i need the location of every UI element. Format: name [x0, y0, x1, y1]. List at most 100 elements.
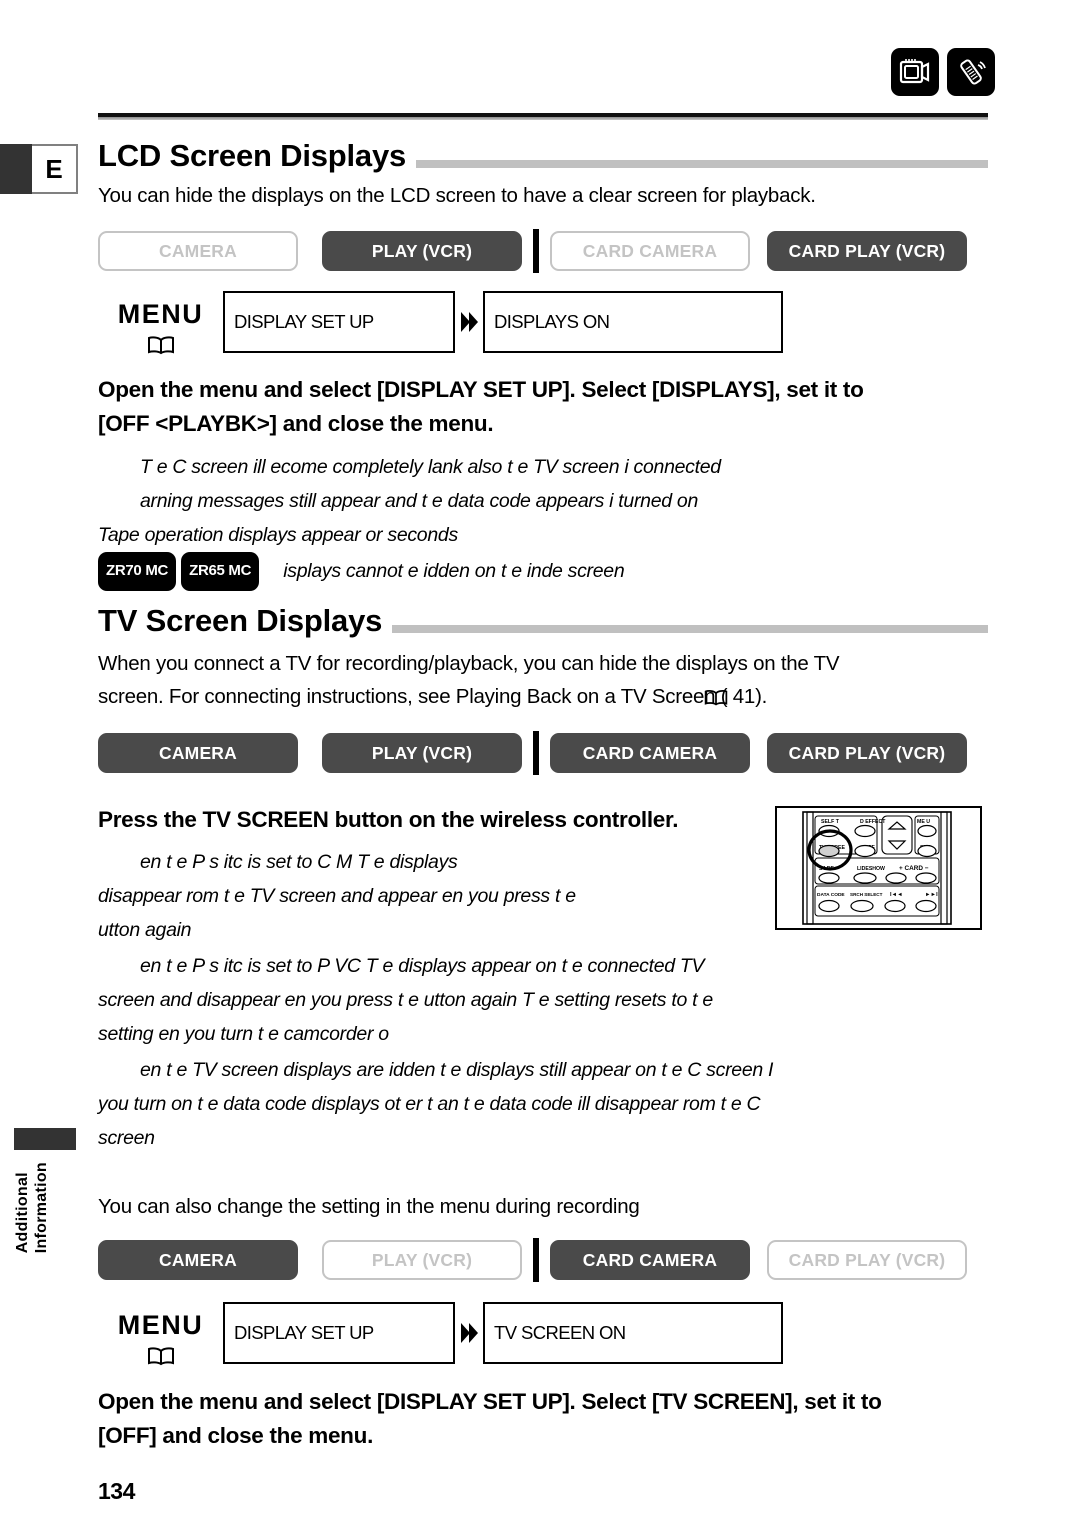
pill-separator-menu — [533, 1238, 539, 1282]
remote-label-slideshow: LIDESHOW — [857, 866, 885, 872]
menu-arrow-icon — [455, 291, 483, 353]
menu-label-group-2: MENU — [98, 1302, 223, 1372]
menu-box-display-set-up[interactable]: DISPLAY SET UP — [223, 291, 455, 353]
tv-note-2a: en t e P s itc is set to P VC T e displa… — [140, 955, 705, 977]
tv-monitor-icon — [891, 48, 939, 96]
tv-note-2b: screen and disappear en you press t e ut… — [98, 989, 713, 1011]
tv-instruction-2: Open the menu and select [DISPLAY SET UP… — [98, 1385, 882, 1453]
heading-rule — [416, 160, 988, 168]
lcd-note-2: arning messages still appear and t e dat… — [140, 490, 698, 512]
manual-page: E Additional Information LCD Screen Disp… — [0, 0, 1080, 1534]
tv-intro-line2-text: screen. For connecting instructions, see… — [98, 685, 768, 708]
mode-pill-card-play-vcr-menu[interactable]: CARD PLAY (VCR) — [767, 1240, 967, 1280]
sidebar-label-line2: Information — [33, 1162, 50, 1254]
menu-box-displays-on[interactable]: DISPLAYS ON — [483, 291, 783, 353]
tv-note-1c: utton again — [98, 919, 192, 941]
mode-pill-card-play-vcr[interactable]: CARD PLAY (VCR) — [767, 231, 967, 271]
tv-note-3b: you turn on t e data code displays ot er… — [98, 1093, 761, 1115]
lcd-instruction-line1: Open the menu and select [DISPLAY SET UP… — [98, 377, 864, 402]
remote-button-menu — [917, 824, 937, 838]
lcd-intro-text: You can hide the displays on the LCD scr… — [98, 184, 816, 207]
mode-pill-play-vcr-menu[interactable]: PLAY (VCR) — [322, 1240, 522, 1280]
remote-button-ff — [915, 899, 937, 913]
tv-note-1a: en t e P s itc is set to C M T e display… — [140, 851, 458, 873]
tv-intro-line2: screen. For connecting instructions, see… — [98, 680, 988, 713]
sidebar-block — [14, 1128, 76, 1150]
lcd-model-note-text: isplays cannot e idden on t e inde scree… — [278, 560, 625, 582]
open-book-icon — [98, 334, 223, 361]
mode-pill-row-lcd: CAMERA PLAY (VCR) CARD CAMERA CARD PLAY … — [98, 229, 967, 273]
menu-box-display-set-up-2[interactable]: DISPLAY SET UP — [223, 1302, 455, 1364]
tv-note-3c: screen — [98, 1127, 155, 1149]
menu-diagram-tv-screen: MENU DISPLAY SET UP TV SCREEN ON — [98, 1302, 783, 1372]
mode-pill-row-menu: CAMERA PLAY (VCR) CARD CAMERA CARD PLAY … — [98, 1238, 967, 1282]
section-heading-lcd: LCD Screen Displays — [98, 140, 988, 171]
lcd-note-1: T e C screen ill ecome completely lank a… — [140, 456, 721, 478]
model-badge-zr65mc: ZR65 MC — [181, 552, 260, 591]
mode-pill-play-vcr-tv[interactable]: PLAY (VCR) — [322, 733, 522, 773]
tab-letter: E — [32, 144, 78, 194]
menu-diagram-displays: MENU DISPLAY SET UP DISPLAYS ON — [98, 291, 783, 361]
open-book-icon-2 — [98, 1345, 223, 1372]
sidebar-label-line1: Additional — [14, 1172, 31, 1254]
tv-instruction: Press the TV SCREEN button on the wirele… — [98, 807, 679, 832]
remote-label-ff: ►►I — [925, 892, 938, 898]
pill-separator — [533, 229, 539, 273]
mode-pill-card-camera-tv[interactable]: CARD CAMERA — [550, 733, 750, 773]
tab-block — [0, 144, 32, 194]
heading-rule-tv — [392, 625, 988, 633]
lcd-instruction: Open the menu and select [DISPLAY SET UP… — [98, 373, 864, 441]
mode-pill-camera[interactable]: CAMERA — [98, 231, 298, 271]
remote-label-card: + CARD − — [899, 865, 929, 872]
tv-instruction-2-line1: Open the menu and select [DISPLAY SET UP… — [98, 1389, 882, 1414]
heading-text-tv: TV Screen Displays — [98, 603, 383, 638]
wireless-remote-icon — [947, 48, 995, 96]
mode-pill-card-camera[interactable]: CARD CAMERA — [550, 231, 750, 271]
remote-button-card-minus — [915, 872, 937, 884]
tv-note-2c: setting en you turn t e camcorder o — [98, 1023, 389, 1045]
lcd-model-note: ZR70 MC ZR65 MC isplays cannot e idden on… — [98, 552, 625, 591]
header-rule — [98, 113, 988, 120]
remote-button-tv-screen — [818, 844, 840, 858]
tv-instruction-2-line2: [OFF] and close the menu. — [98, 1423, 374, 1448]
mode-pill-camera-tv[interactable]: CAMERA — [98, 733, 298, 773]
page-number: 134 — [98, 1478, 135, 1504]
sidebar-chapter-label: Additional Information — [14, 1128, 76, 1253]
open-book-icon-ref — [703, 684, 729, 717]
remote-button-srch-select — [850, 899, 874, 913]
remote-label-srch-select: SRCH SELECT — [850, 892, 883, 897]
remote-button-data-code — [818, 899, 840, 913]
mode-pill-row-tv: CAMERA PLAY (VCR) CARD CAMERA CARD PLAY … — [98, 731, 967, 775]
mode-pill-card-camera-menu[interactable]: CARD CAMERA — [550, 1240, 750, 1280]
remote-button-card-plus — [885, 872, 907, 884]
menu-box-tv-screen-on[interactable]: TV SCREEN ON — [483, 1302, 783, 1364]
mode-pill-camera-menu[interactable]: CAMERA — [98, 1240, 298, 1280]
remote-button-on-off — [854, 844, 876, 858]
mode-pill-play-vcr[interactable]: PLAY (VCR) — [322, 231, 522, 271]
remote-button-d-effect — [854, 824, 876, 838]
heading-text: LCD Screen Displays — [98, 138, 407, 173]
tv-closing-note: You can also change the setting in the m… — [98, 1195, 640, 1218]
section-heading-tv: TV Screen Displays — [98, 605, 988, 636]
remote-label-self-timer: SELF T — [821, 819, 840, 825]
lcd-instruction-line2: [OFF <PLAYBK>] and close the menu. — [98, 411, 494, 436]
lcd-note-3: Tape operation displays appear or second… — [98, 524, 458, 546]
remote-button-rew — [884, 899, 906, 913]
remote-label-rew: I◄◄ — [890, 892, 903, 898]
section-tab: E — [0, 144, 78, 194]
model-badge-zr70mc: ZR70 MC — [98, 552, 177, 591]
top-icon-group — [891, 48, 995, 96]
remote-button-set — [917, 844, 937, 858]
tv-note-3a: en t e TV screen displays are idden t e … — [140, 1059, 774, 1081]
mode-pill-card-play-vcr-tv[interactable]: CARD PLAY (VCR) — [767, 733, 967, 773]
remote-controller-figure: SELF T D EFFECT ME U TV SCREE /OFF SET S… — [775, 806, 982, 930]
remote-label-data-code: DATA CODE — [817, 892, 845, 898]
remote-button-slideshow — [853, 872, 877, 884]
tv-intro-line1: When you connect a TV for recording/play… — [98, 652, 840, 675]
pill-separator-tv — [533, 731, 539, 775]
tv-note-1b: disappear rom t e TV screen and appear e… — [98, 885, 576, 907]
remote-label-menu: ME U — [917, 819, 930, 825]
menu-word-2: MENU — [117, 1310, 204, 1340]
menu-label-group: MENU — [98, 291, 223, 361]
remote-button-still-dv — [818, 872, 840, 884]
